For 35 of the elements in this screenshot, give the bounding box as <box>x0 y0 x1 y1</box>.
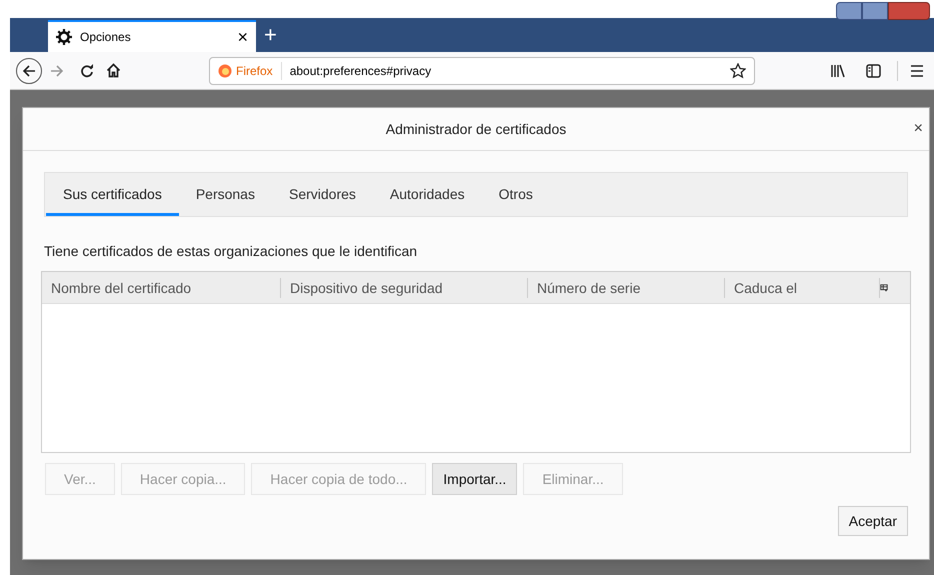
minimize-button[interactable] <box>836 2 862 20</box>
home-icon[interactable] <box>106 63 121 78</box>
column-header[interactable]: Dispositivo de seguridad <box>281 278 528 298</box>
new-tab-button[interactable]: + <box>264 24 277 46</box>
gear-icon <box>56 29 72 45</box>
back-arrow-icon <box>22 64 36 78</box>
star-icon[interactable] <box>730 62 746 78</box>
tab[interactable]: Otros <box>482 173 550 216</box>
address-bar[interactable]: Firefox about:preferences#privacy <box>209 56 755 84</box>
reload-icon[interactable] <box>80 64 94 78</box>
tab-title: Opciones <box>80 29 132 46</box>
accept-button[interactable]: Aceptar <box>838 506 908 536</box>
url-text: about:preferences#privacy <box>288 62 432 80</box>
column-picker-icon[interactable] <box>880 282 888 292</box>
menu-icon[interactable] <box>910 64 924 76</box>
close-button[interactable]: × <box>914 117 923 141</box>
column-header[interactable]: Nombre del certificado <box>42 278 281 298</box>
forward-icon[interactable] <box>50 64 64 78</box>
tab[interactable]: Autoridades <box>372 173 482 216</box>
close-tab-button[interactable]: × <box>237 28 248 46</box>
back-button[interactable] <box>16 58 42 84</box>
browser-tab[interactable]: Opciones × <box>48 20 256 52</box>
action-button[interactable]: Importar... <box>432 463 518 495</box>
column-header[interactable]: Caduca el <box>725 278 880 298</box>
firefox-icon <box>218 64 232 78</box>
tab[interactable]: Servidores <box>272 173 373 216</box>
tab[interactable]: Sus certificados <box>46 173 179 216</box>
column-header[interactable]: Número de serie <box>528 278 725 298</box>
sidebar-icon[interactable] <box>866 64 881 78</box>
dialog-title: Administrador de certificados <box>386 120 566 138</box>
identity-label: Firefox <box>236 62 282 80</box>
maximize-button[interactable] <box>862 2 888 20</box>
tab[interactable]: Personas <box>178 173 272 216</box>
library-icon[interactable] <box>830 64 846 78</box>
description-text: Tiene certificados de estas organizaciones que le identifican <box>44 242 418 261</box>
